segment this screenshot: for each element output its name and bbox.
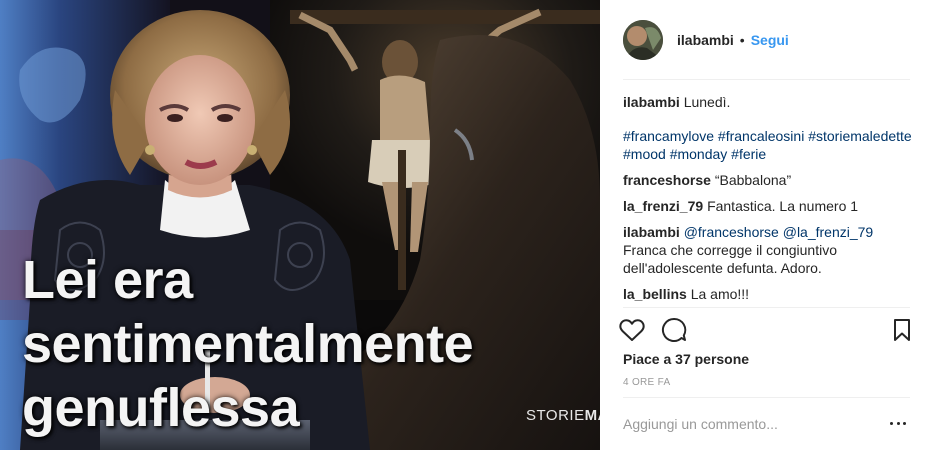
hashtag-links[interactable]: #francamylove #francaleosini #storiemale… xyxy=(623,128,912,162)
avatar-image xyxy=(623,19,663,60)
comment-username[interactable]: ilabambi xyxy=(623,224,680,240)
overlay-line-3: genuflessa xyxy=(22,378,300,438)
post-header: ilabambi • Segui xyxy=(600,0,934,79)
post-image[interactable]: Lei era sentimentalmente genuflessa STOR… xyxy=(0,0,600,450)
post-side-panel: ilabambi • Segui ilabambi Lunedì. #franc… xyxy=(600,0,934,450)
speech-bubble-icon xyxy=(662,317,687,342)
likes-count[interactable]: Piace a 37 persone xyxy=(623,351,749,367)
more-dot-icon xyxy=(890,421,893,425)
comment-row: la_bellins La amo!!! xyxy=(623,285,913,303)
watermark-bold: MALE xyxy=(584,407,600,424)
watermark-light: STORIE xyxy=(526,407,585,424)
add-comment-input[interactable] xyxy=(623,412,873,436)
comment-username[interactable]: la_bellins xyxy=(623,286,687,302)
overlay-line-1: Lei era xyxy=(22,250,193,310)
comment-row: la_frenzi_79 Fantastica. La numero 1 xyxy=(623,197,913,215)
mention-link[interactable]: @franceshorse xyxy=(684,224,779,240)
avatar[interactable] xyxy=(623,19,663,60)
bookmark-icon xyxy=(894,319,910,341)
post-actions xyxy=(616,314,918,346)
more-dot-icon xyxy=(903,421,906,425)
more-options-button[interactable] xyxy=(890,415,906,431)
comment-button[interactable] xyxy=(658,314,690,346)
comment-username[interactable]: la_frenzi_79 xyxy=(623,198,703,214)
header-separator: • xyxy=(739,31,745,48)
comment-text: “Babbalona” xyxy=(714,172,792,188)
post-timestamp[interactable]: 4 ORE FA xyxy=(623,377,670,388)
caption-overlay-text: Lei era sentimentalmente genuflessa xyxy=(22,248,474,440)
follow-button[interactable]: Segui xyxy=(751,32,789,48)
comment-username[interactable]: franceshorse xyxy=(623,172,711,188)
instagram-post: Lei era sentimentalmente genuflessa STOR… xyxy=(0,0,934,450)
more-dot-icon xyxy=(896,421,900,425)
like-button[interactable] xyxy=(616,314,648,346)
mention-link[interactable]: @la_frenzi_79 xyxy=(783,224,874,240)
comment-text: Lunedì. xyxy=(683,94,731,110)
comment-username[interactable]: ilabambi xyxy=(623,94,680,110)
comment-text: Fantastica. La numero 1 xyxy=(707,198,859,214)
save-button[interactable] xyxy=(886,314,918,346)
comments-list: ilabambi Lunedì. #francamylove #francale… xyxy=(623,88,913,311)
header-username[interactable]: ilabambi xyxy=(677,32,734,48)
hashtags-row: #francamylove #francaleosini #storiemale… xyxy=(623,127,913,163)
comment-divider xyxy=(623,397,910,398)
comment-text: Franca che corregge il congiuntivo dell'… xyxy=(623,242,838,276)
comment-text: La amo!!! xyxy=(690,286,750,302)
overlay-line-2: sentimentalmente xyxy=(22,314,474,374)
comment-row: franceshorse “Babbalona” xyxy=(623,171,913,189)
actions-divider xyxy=(623,307,910,308)
comment-row: ilabambi @franceshorse @la_frenzi_79 Fra… xyxy=(623,223,913,277)
tv-show-watermark: STORIEMALE xyxy=(526,407,600,424)
caption-row: ilabambi Lunedì. xyxy=(623,93,913,111)
header-divider xyxy=(623,79,910,80)
heart-outline-icon xyxy=(619,319,645,341)
